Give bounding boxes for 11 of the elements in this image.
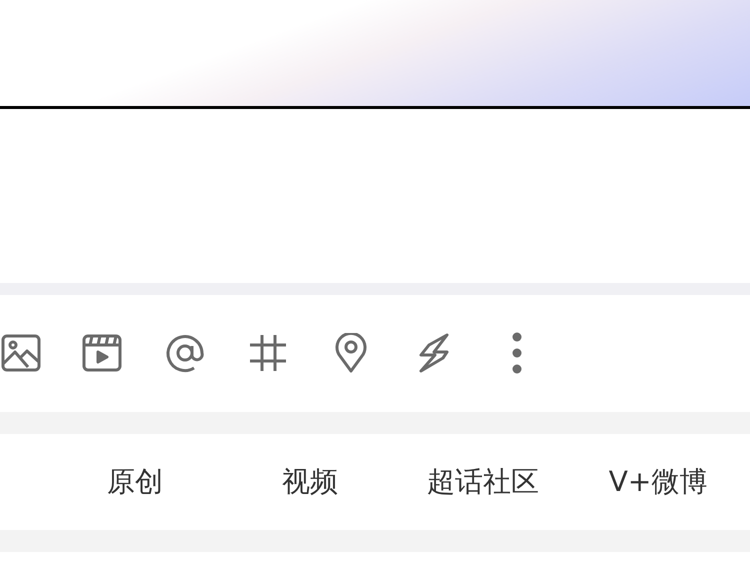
hashtag-icon[interactable] [248,333,288,373]
mention-icon[interactable] [164,332,206,374]
filter-tab[interactable]: V+微博 [583,464,733,500]
lightning-icon[interactable] [417,333,451,373]
image-icon[interactable] [1,333,41,373]
location-icon[interactable] [335,333,367,373]
filter-tab[interactable]: 超话社区 [408,464,558,500]
more-icon[interactable] [510,332,524,374]
filter-tab[interactable]: 视频 [235,464,385,500]
filter-tab[interactable]: 原创 [60,464,210,500]
video-icon[interactable] [82,333,122,373]
